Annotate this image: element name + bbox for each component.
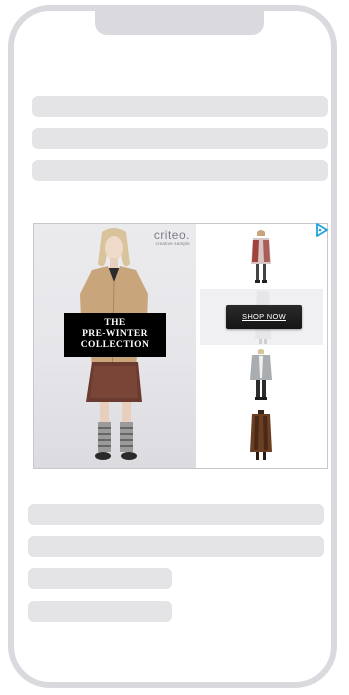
headline-line-1: THE	[104, 318, 126, 328]
shop-now-button[interactable]: SHOP NOW	[226, 305, 302, 329]
criteo-sub: creative sample	[155, 241, 190, 246]
placeholder-line-1	[32, 96, 328, 117]
ad-hero-image[interactable]: criteo. creative sample THE PRE-WINTER C…	[34, 224, 196, 468]
product-image-1[interactable]	[246, 228, 276, 286]
headline-line-2: PRE-WINTER	[82, 329, 148, 339]
product-image-4[interactable]	[246, 408, 276, 464]
collection-headline: THE PRE-WINTER COLLECTION	[64, 313, 166, 357]
placeholder-line-2	[32, 128, 328, 149]
placeholder-line-6	[28, 568, 172, 589]
product-column: SHOP NOW	[196, 224, 327, 468]
criteo-brand: criteo. creative sample	[154, 229, 190, 247]
ad-banner[interactable]: criteo. creative sample THE PRE-WINTER C…	[33, 223, 328, 469]
placeholder-line-3	[32, 160, 328, 181]
placeholder-line-7	[28, 601, 172, 622]
placeholder-line-4	[28, 504, 324, 525]
criteo-logo: criteo.	[153, 228, 190, 242]
shop-now-label: SHOP NOW	[242, 312, 286, 321]
product-image-3[interactable]	[246, 348, 276, 404]
headline-line-3: COLLECTION	[80, 340, 150, 350]
phone-notch	[95, 5, 264, 35]
placeholder-line-5	[28, 536, 324, 557]
shop-now-band: SHOP NOW	[200, 289, 323, 345]
adchoices-icon[interactable]	[315, 223, 329, 237]
